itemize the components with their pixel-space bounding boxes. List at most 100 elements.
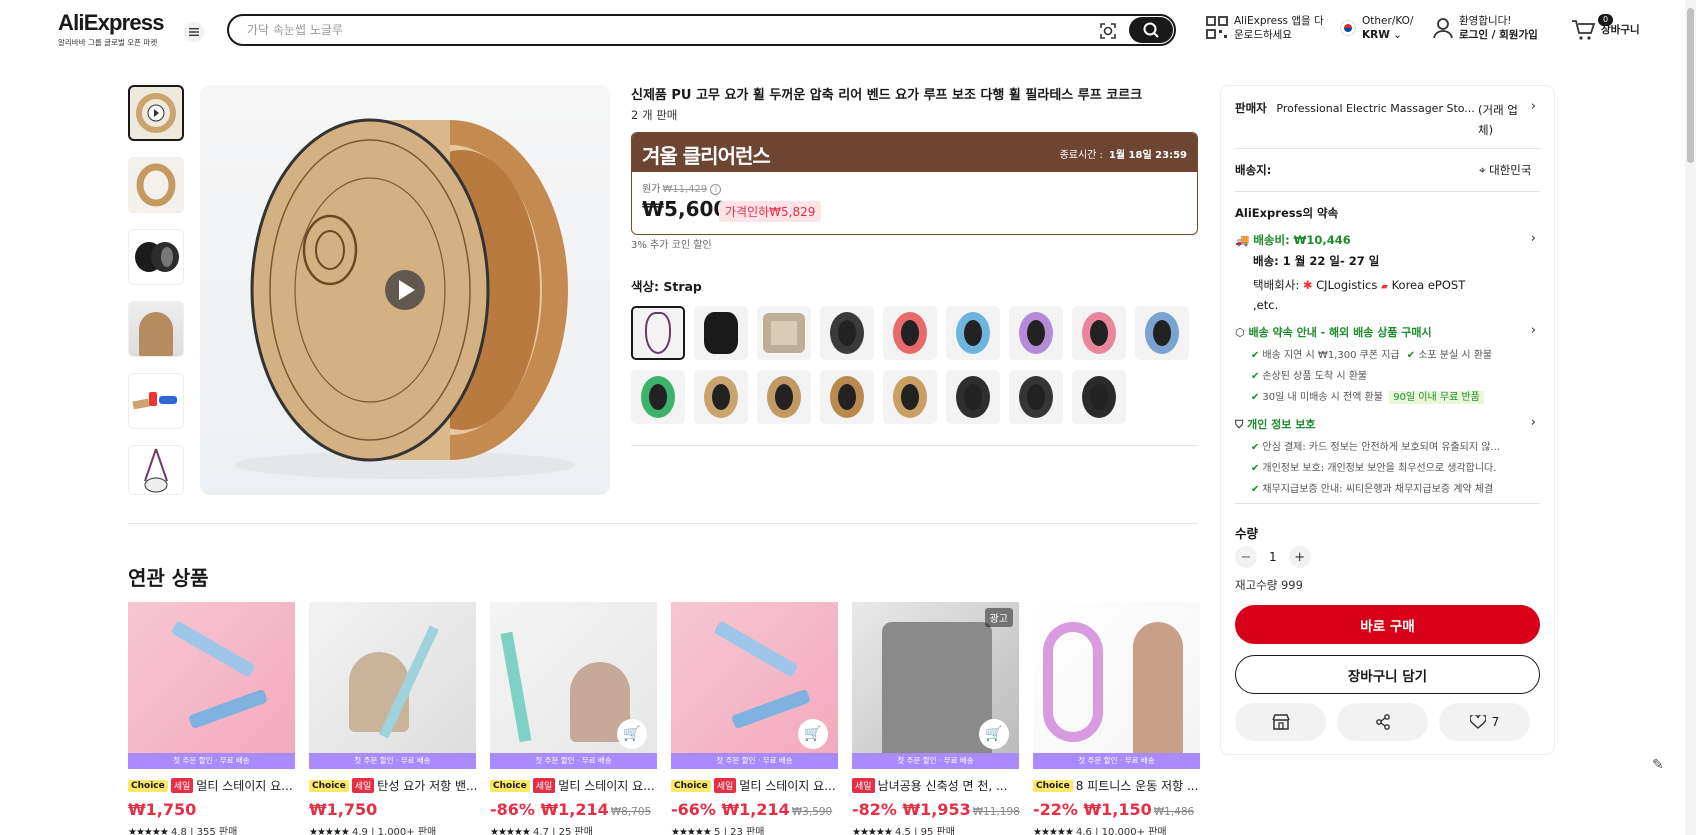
edit-icon[interactable]: ✎ (1652, 757, 1674, 779)
choice-badge: Choice (128, 779, 168, 792)
seller-row[interactable]: 판매자 Professional Electric Massager Sto..… (1235, 100, 1475, 116)
page-scrollbar[interactable] (1685, 0, 1696, 835)
swatch-preview (704, 312, 738, 354)
quantity-minus-button[interactable]: − (1235, 546, 1257, 568)
app-line1: AliExpress 앱을 다 (1234, 15, 1324, 27)
color-swatch[interactable] (694, 370, 748, 424)
panel-divider (1235, 148, 1540, 149)
product-card-name-row[interactable]: Choice 세일 멀티 스테이지 요... (490, 777, 657, 794)
product-card[interactable]: 첫 주문 할인 · 무료 배송 Choice 세일 탄성 요가 저항 밴... ₩1,7… (309, 602, 476, 835)
color-swatch[interactable] (1009, 306, 1063, 360)
shipping-fee-text: 배송비: ₩10,446 (1253, 233, 1351, 247)
thumbnail-3[interactable] (128, 229, 184, 285)
color-swatch[interactable] (946, 306, 1000, 360)
product-card-sold: 23 판매 (730, 827, 765, 835)
original-label: 원가 (642, 184, 661, 195)
product-card-name-row[interactable]: Choice 세일 멀티 스테이지 요... (128, 777, 295, 794)
image-search-icon[interactable] (1097, 20, 1119, 42)
product-card[interactable]: 첫 주문 할인 · 무료 배송 Choice 8 피트니스 운동 저항 ... -22… (1033, 602, 1200, 835)
product-card-price-row: -66% ₩1,214 ₩3,590 (671, 800, 838, 819)
product-card[interactable]: 첫 주문 할인 · 무료 배송 Choice 세일 멀티 스테이지 요... ₩1,75… (128, 602, 295, 835)
color-swatch[interactable] (631, 370, 685, 424)
quantity-value[interactable]: 1 (1269, 550, 1277, 564)
product-card-image[interactable]: 첫 주문 할인 · 무료 배송 🛒 광고 (852, 602, 1019, 769)
product-card[interactable]: 첫 주문 할인 · 무료 배송 🛒 광고세일 남녀공용 신축성 면 천, ... -82… (852, 602, 1020, 835)
main-product-image[interactable] (200, 85, 610, 495)
color-swatch[interactable] (820, 306, 874, 360)
region-selector[interactable]: Other/KO/KRW ⌄ (1340, 14, 1413, 42)
product-card-name: 멀티 스테이지 요... (558, 779, 655, 793)
color-swatch[interactable] (1009, 370, 1063, 424)
chevron-right-icon[interactable]: › (1531, 415, 1536, 430)
product-card[interactable]: 첫 주문 할인 · 무료 배송 🛒 Choice 세일 멀티 스테이지 요... -86%… (490, 602, 657, 835)
color-swatch[interactable] (631, 306, 685, 360)
color-swatch[interactable] (820, 370, 874, 424)
product-card-original-price: ₩3,590 (791, 806, 833, 818)
carrier-cj: CJLogistics (1316, 278, 1378, 292)
product-card-name-row[interactable]: Choice 세일 탄성 요가 저항 밴... (309, 777, 476, 794)
buy-now-button[interactable]: 바로 구매 (1235, 605, 1540, 644)
ship-to[interactable]: ⌖ 대한민국 (1479, 162, 1531, 178)
color-swatch[interactable] (1072, 306, 1126, 360)
account-menu[interactable]: 환영합니다! 로그인 / 회원가입 (1433, 14, 1538, 42)
swatch-preview (893, 312, 927, 354)
store-button[interactable] (1235, 703, 1326, 741)
chevron-right-icon[interactable]: › (1531, 231, 1536, 246)
choice-badge: Choice (1033, 779, 1073, 792)
search-button[interactable] (1129, 17, 1173, 43)
color-swatch[interactable] (757, 370, 811, 424)
ship-to-label: 배송지: (1235, 163, 1272, 177)
share-button[interactable] (1337, 703, 1428, 741)
product-card-discount: -82% (852, 800, 897, 819)
color-swatch[interactable] (694, 306, 748, 360)
product-card-image[interactable]: 첫 주문 할인 · 무료 배송 (128, 602, 295, 769)
promo-end-label: 종료시간 : (1059, 150, 1103, 161)
wishlist-button[interactable]: 7 (1439, 703, 1530, 741)
info-divider (631, 445, 1198, 446)
carrier-korea: Korea (1391, 278, 1425, 292)
swatch-preview (767, 376, 801, 418)
thumbnail-2[interactable] (128, 157, 184, 213)
product-card-image[interactable]: 첫 주문 할인 · 무료 배송 (1033, 602, 1200, 769)
shield-check-icon: ⛉ (1235, 418, 1244, 431)
chevron-right-icon[interactable]: › (1531, 323, 1536, 338)
add-to-cart-icon[interactable]: 🛒 (617, 719, 647, 749)
product-card-image[interactable]: 첫 주문 할인 · 무료 배송 🛒 (671, 602, 838, 769)
color-swatch[interactable] (1072, 370, 1126, 424)
add-to-cart-button[interactable]: 장바구니 담기 (1235, 655, 1540, 694)
menu-button[interactable] (184, 22, 204, 42)
scroll-thumb[interactable] (1687, 8, 1694, 163)
privacy-title[interactable]: ⛉ 개인 정보 보호 (1235, 416, 1315, 432)
quantity-plus-button[interactable]: + (1288, 546, 1311, 568)
product-card-image[interactable]: 첫 주문 할인 · 무료 배송 (309, 602, 476, 769)
chevron-right-icon[interactable]: › (1531, 99, 1536, 114)
color-swatch[interactable] (883, 370, 937, 424)
hamburger-icon (189, 28, 199, 36)
shipping-fee[interactable]: 🚚 배송비: ₩10,446 (1235, 232, 1351, 248)
color-swatch[interactable] (1135, 306, 1189, 360)
free-return-badge: 90일 이내 무료 반품 (1389, 391, 1484, 404)
product-card-meta: ★★★★★ 4.6 | 10,000+ 판매 (1033, 823, 1200, 835)
color-swatch[interactable] (883, 306, 937, 360)
add-to-cart-icon[interactable]: 🛒 (798, 719, 828, 749)
product-card-name-row[interactable]: Choice 8 피트니스 운동 저항 ... (1033, 777, 1200, 794)
product-card-image[interactable]: 첫 주문 할인 · 무료 배송 🛒 (490, 602, 657, 769)
color-swatch[interactable] (946, 370, 1000, 424)
info-icon[interactable]: i (710, 184, 722, 195)
search-input[interactable] (247, 21, 1047, 39)
guarantee-title[interactable]: ⬡ 배송 약속 안내 - 해외 배송 상품 구매시 (1235, 324, 1432, 340)
product-card-name-row[interactable]: Choice 세일 멀티 스테이지 요... (671, 777, 838, 794)
guarantee-3: 손상된 상품 도착 시 환불 (1262, 371, 1368, 382)
thumbnail-4[interactable] (128, 301, 184, 357)
aliexpress-logo[interactable]: AliExpress 알리바바 그룹 글로벌 오픈 마켓 (58, 12, 168, 48)
thumbnail-5[interactable] (128, 373, 184, 429)
thumbnail-6[interactable] (128, 445, 184, 495)
app-download[interactable]: AliExpress 앱을 다 운로드하세요 (1206, 14, 1324, 42)
product-card-name: 8 피트니스 운동 저항 ... (1075, 779, 1199, 793)
product-card-discount: -66% (671, 800, 716, 819)
thumbnail-video[interactable] (128, 85, 184, 141)
product-card[interactable]: 첫 주문 할인 · 무료 배송 🛒 Choice 세일 멀티 스테이지 요... -66%… (671, 602, 838, 835)
add-to-cart-icon[interactable]: 🛒 (979, 719, 1009, 749)
color-swatch[interactable] (757, 306, 811, 360)
product-card-name-row[interactable]: 세일 남녀공용 신축성 면 천, ... (852, 777, 1019, 794)
